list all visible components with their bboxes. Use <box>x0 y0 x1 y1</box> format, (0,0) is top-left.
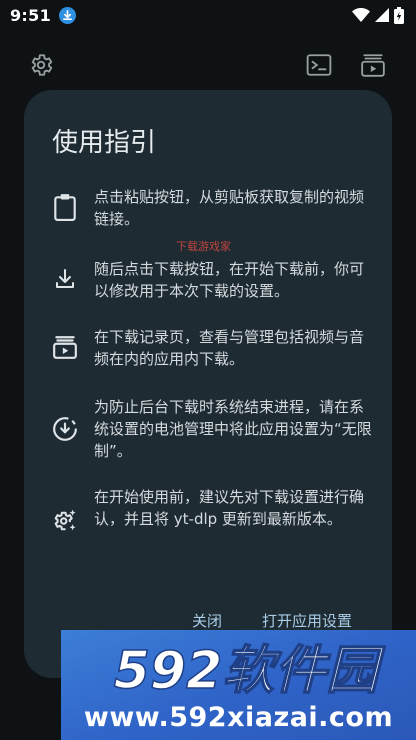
download-icon <box>48 262 82 296</box>
terminal-icon[interactable] <box>304 50 334 80</box>
guide-item-text: 在下载记录页，查看与管理包括视频与音频在内的应用内下载。 <box>94 328 365 368</box>
svg-text:592软件园: 592软件园 <box>114 641 387 698</box>
download-badge-icon <box>59 6 76 24</box>
subscriptions-icon <box>48 330 82 364</box>
wifi-icon <box>352 8 370 22</box>
guide-dialog: 使用指引 点击粘贴按钮，从剪贴板获取复制的视频链接。 随后点击下载按钮，在开始下… <box>24 90 392 678</box>
guide-item-text: 为防止后台下载时系统结束进程，请在系统设置的电池管理中将此应用设置为“无限制”。 <box>94 398 372 460</box>
guide-item-text: 随后点击下载按钮，在开始下载前，你可以修改用于本次下载的设置。 <box>94 260 365 300</box>
toolbar <box>0 48 416 84</box>
settings-sparkle-icon <box>48 504 82 538</box>
battery-icon <box>394 6 404 24</box>
close-button[interactable]: 关闭 <box>192 610 222 631</box>
watermark-url: www.592xiazai.com <box>83 702 394 733</box>
dialog-actions: 关闭 打开应用设置 <box>192 610 352 631</box>
guide-item-text: 点击粘贴按钮，从剪贴板获取复制的视频链接。 <box>94 188 365 228</box>
download-progress-icon <box>48 412 82 446</box>
guide-item-text: 在开始使用前，建议先对下载设置进行确认，并且将 yt-dlp 更新到最新版本。 <box>94 488 365 528</box>
download-queue-icon[interactable] <box>358 50 388 80</box>
settings-icon[interactable] <box>26 50 56 80</box>
signal-icon <box>375 8 389 22</box>
open-app-settings-button[interactable]: 打开应用设置 <box>262 610 352 631</box>
status-left: 9:51 <box>10 6 76 25</box>
status-time: 9:51 <box>10 5 51 25</box>
clipboard-icon <box>48 190 82 224</box>
status-right <box>352 6 404 24</box>
guide-item-download: 随后点击下载按钮，在开始下载前，你可以修改用于本次下载的设置。 <box>48 258 378 302</box>
watermark-logo: 592软件园 <box>113 640 387 698</box>
status-bar: 9:51 <box>0 0 416 30</box>
guide-item-settings: 在开始使用前，建议先对下载设置进行确认，并且将 yt-dlp 更新到最新版本。 <box>48 486 378 538</box>
watermark-text: 下载游戏家 <box>176 240 231 253</box>
dialog-title: 使用指引 <box>52 128 157 158</box>
watermark-banner: 592软件园 www.592xiazai.com <box>61 630 416 740</box>
guide-item-history: 在下载记录页，查看与管理包括视频与音频在内的应用内下载。 <box>48 326 378 370</box>
guide-item-paste: 点击粘贴按钮，从剪贴板获取复制的视频链接。 <box>48 186 378 230</box>
guide-item-battery: 为防止后台下载时系统结束进程，请在系统设置的电池管理中将此应用设置为“无限制”。 <box>48 396 378 462</box>
